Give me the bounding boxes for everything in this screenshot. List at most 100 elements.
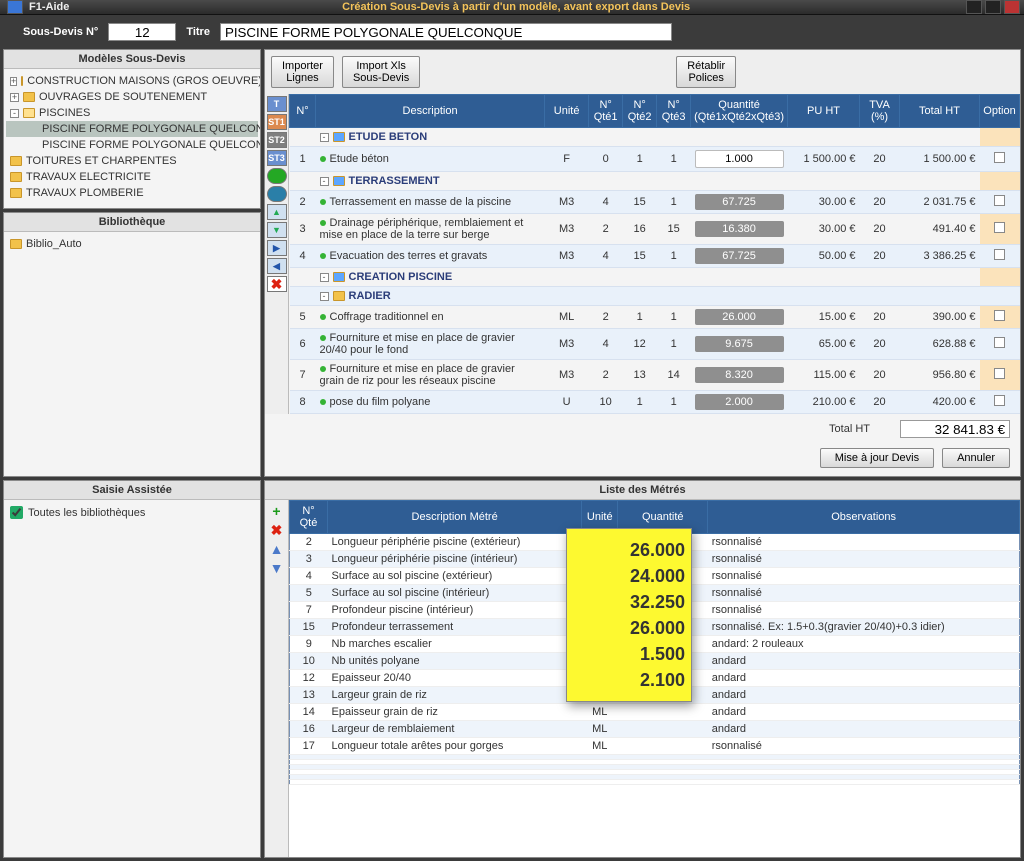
devis-col-header[interactable]: Total HT xyxy=(900,95,980,128)
option-checkbox[interactable] xyxy=(994,395,1005,406)
cancel-button[interactable]: Annuler xyxy=(942,448,1010,468)
devis-row[interactable]: - CREATION PISCINE xyxy=(290,268,1020,287)
metre-row[interactable]: 14Epaisseur grain de rizMLandard xyxy=(290,704,1020,721)
devis-col-header[interactable]: PU HT xyxy=(788,95,860,128)
option-checkbox[interactable] xyxy=(994,249,1005,260)
side-st3-button[interactable]: ST3 xyxy=(267,150,287,166)
folder-icon xyxy=(10,156,22,166)
tree-item-label: TOITURES ET CHARPENTES xyxy=(26,155,177,167)
titre-label: Titre xyxy=(186,26,210,38)
metre-col-header[interactable]: Description Métré xyxy=(328,501,582,534)
expander-icon[interactable]: - xyxy=(10,109,19,118)
biblio-tree[interactable]: Biblio_Auto xyxy=(4,232,260,476)
option-checkbox[interactable] xyxy=(994,195,1005,206)
tree-item[interactable]: -PISCINES xyxy=(6,105,258,121)
side-st2-button[interactable]: ST2 xyxy=(267,132,287,148)
metre-up-icon[interactable]: ▲ xyxy=(269,542,285,558)
devis-row[interactable]: 5Coffrage traditionnel enML21126.00015.0… xyxy=(290,306,1020,329)
expander-icon[interactable]: - xyxy=(320,177,329,186)
import-xls-button[interactable]: Import XlsSous-Devis xyxy=(342,56,420,88)
import-lines-button[interactable]: ImporterLignes xyxy=(271,56,334,88)
tree-item-label: TRAVAUX ELECTRICITE xyxy=(26,171,151,183)
metre-add-icon[interactable]: + xyxy=(269,504,285,520)
option-checkbox[interactable] xyxy=(994,152,1005,163)
expander-icon[interactable]: + xyxy=(10,77,17,86)
expander-icon[interactable]: + xyxy=(10,93,19,102)
metre-row[interactable]: 17Longueur totale arêtes pour gorgesMLrs… xyxy=(290,738,1020,755)
devis-row[interactable]: 8pose du film polyaneU10112.000210.00 €2… xyxy=(290,391,1020,414)
sousdevis-number-input[interactable] xyxy=(108,23,176,41)
side-up-icon[interactable]: ▲ xyxy=(267,204,287,220)
tree-item[interactable]: +CONSTRUCTION MAISONS (GROS OEUVRE) xyxy=(6,73,258,89)
quantite-popup: 26.00024.00032.25026.0001.5002.100 xyxy=(566,528,692,702)
devis-row[interactable]: 3Drainage périphérique, remblaiement et … xyxy=(290,214,1020,245)
devis-col-header[interactable]: N° Qté2 xyxy=(623,95,657,128)
window-title: Création Sous-Devis à partir d'un modèle… xyxy=(69,1,963,13)
app-icon xyxy=(7,0,23,14)
tree-item[interactable]: Biblio_Auto xyxy=(6,236,258,252)
devis-row[interactable]: 4Evacuation des terres et gravatsM341516… xyxy=(290,245,1020,268)
side-left-icon[interactable]: ◀ xyxy=(267,258,287,274)
devis-row[interactable]: - ETUDE BETON xyxy=(290,128,1020,147)
side-down-icon[interactable]: ▼ xyxy=(267,222,287,238)
tree-item[interactable]: TRAVAUX ELECTRICITE xyxy=(6,169,258,185)
tree-item[interactable]: PISCINE FORME POLYGONALE QUELCONQUE (BAS xyxy=(6,137,258,153)
option-checkbox[interactable] xyxy=(994,337,1005,348)
toutes-biblio-checkbox[interactable]: Toutes les bibliothèques xyxy=(10,506,254,519)
option-checkbox[interactable] xyxy=(994,310,1005,321)
metres-panel-header: Liste des Métrés xyxy=(265,481,1020,500)
update-devis-button[interactable]: Mise à jour Devis xyxy=(820,448,934,468)
devis-row[interactable]: 7Fourniture et mise en place de gravier … xyxy=(290,360,1020,391)
devis-col-header[interactable]: Option xyxy=(980,95,1020,128)
devis-col-header[interactable]: Unité xyxy=(545,95,589,128)
folder-icon xyxy=(333,132,345,142)
total-ht-label: Total HT xyxy=(829,423,870,435)
devis-col-header[interactable]: N° Qté3 xyxy=(657,95,691,128)
tree-item[interactable]: TRAVAUX PLOMBERIE xyxy=(6,185,258,201)
metre-col-header[interactable]: Observations xyxy=(708,501,1020,534)
bullet-icon xyxy=(320,314,326,320)
devis-row[interactable]: 6Fourniture et mise en place de gravier … xyxy=(290,329,1020,360)
metre-delete-icon[interactable]: ✖ xyxy=(269,523,285,539)
titre-input[interactable] xyxy=(220,23,672,41)
models-tree[interactable]: +CONSTRUCTION MAISONS (GROS OEUVRE)+OUVR… xyxy=(4,69,260,208)
expander-icon[interactable]: - xyxy=(320,133,329,142)
side-st1-button[interactable]: ST1 xyxy=(267,114,287,130)
metre-down-icon[interactable]: ▼ xyxy=(269,561,285,577)
expander-icon[interactable]: - xyxy=(320,273,329,282)
close-button[interactable] xyxy=(1004,0,1020,14)
option-checkbox[interactable] xyxy=(994,368,1005,379)
retablir-polices-button[interactable]: RétablirPolices xyxy=(676,56,736,88)
bullet-icon xyxy=(320,199,326,205)
devis-col-header[interactable]: N° xyxy=(290,95,316,128)
tree-item[interactable]: PISCINE FORME POLYGONALE QUELCONQUE xyxy=(6,121,258,137)
metre-row[interactable]: 16Largeur de remblaiementMLandard xyxy=(290,721,1020,738)
devis-row[interactable]: 2Terrassement en masse de la piscineM341… xyxy=(290,191,1020,214)
side-blue-dot[interactable] xyxy=(267,186,287,202)
side-right-icon[interactable]: ▶ xyxy=(267,240,287,256)
devis-col-header[interactable]: TVA (%) xyxy=(860,95,900,128)
tree-item[interactable]: TOITURES ET CHARPENTES xyxy=(6,153,258,169)
devis-col-header[interactable]: N° Qté1 xyxy=(589,95,623,128)
folder-icon xyxy=(10,239,22,249)
side-t-button[interactable]: T xyxy=(267,96,287,112)
maximize-button[interactable] xyxy=(985,0,1001,14)
side-delete-icon[interactable]: ✖ xyxy=(267,276,287,292)
side-green-dot[interactable] xyxy=(267,168,287,184)
folder-icon xyxy=(10,188,22,198)
devis-table[interactable]: N°DescriptionUnitéN° Qté1N° Qté2N° Qté3Q… xyxy=(289,94,1020,414)
folder-icon xyxy=(23,92,35,102)
devis-row[interactable]: - TERRASSEMENT xyxy=(290,172,1020,191)
bullet-icon xyxy=(320,399,326,405)
devis-row[interactable]: - RADIER xyxy=(290,287,1020,306)
folder-icon xyxy=(21,76,23,86)
devis-col-header[interactable]: Description xyxy=(316,95,545,128)
expander-icon[interactable]: - xyxy=(320,292,329,301)
option-checkbox[interactable] xyxy=(994,222,1005,233)
devis-row[interactable]: 1Etude bétonF0111.0001 500.00 €201 500.0… xyxy=(290,147,1020,172)
devis-col-header[interactable]: Quantité (Qté1xQté2xQté3) xyxy=(691,95,788,128)
minimize-button[interactable] xyxy=(966,0,982,14)
tree-item-label: Biblio_Auto xyxy=(26,238,82,250)
tree-item[interactable]: +OUVRAGES DE SOUTENEMENT xyxy=(6,89,258,105)
metre-col-header[interactable]: N° Qté xyxy=(290,501,328,534)
